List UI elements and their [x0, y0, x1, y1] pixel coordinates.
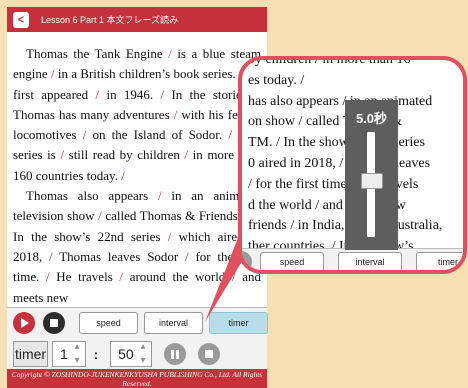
zoomed-timer-button[interactable]: timer: [416, 252, 463, 270]
interval-value: 5.0秒: [355, 111, 388, 126]
zoomed-interval-button[interactable]: interval: [338, 252, 402, 270]
zoomed-speed-button[interactable]: speed: [260, 252, 324, 270]
zoomed-line: es today. /: [248, 72, 305, 88]
zoomed-controls: speed interval timer: [242, 248, 463, 270]
zoomed-line: by children / in more than 16: [248, 56, 411, 67]
interval-slider-thumb[interactable]: [361, 172, 383, 189]
interval-popup: 5.0秒: [345, 100, 398, 250]
